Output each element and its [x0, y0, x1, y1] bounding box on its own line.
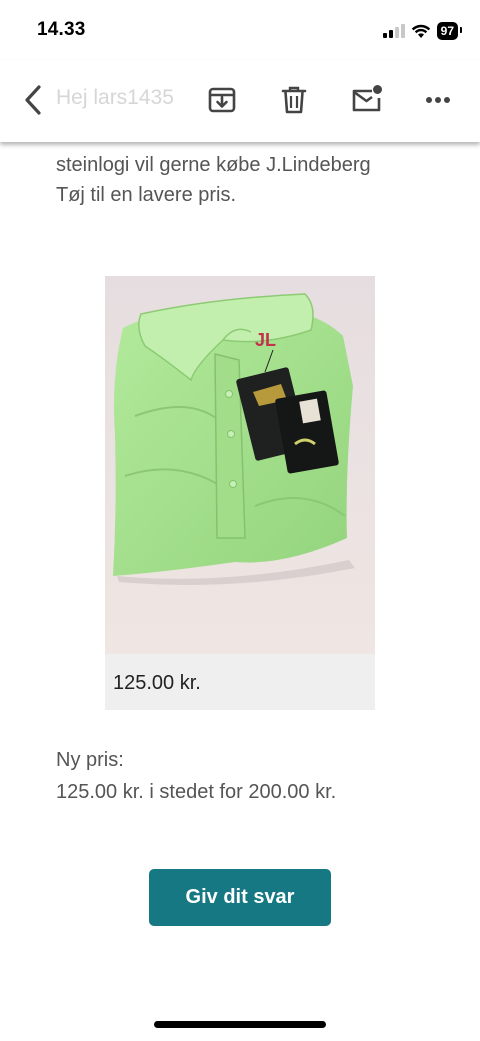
delete-button[interactable] — [276, 82, 312, 118]
product-image[interactable]: JL — [105, 276, 375, 654]
toolbar-title: Hej lars1435 — [56, 86, 174, 109]
email-toolbar: Hej lars1435 — [0, 60, 480, 142]
archive-button[interactable] — [204, 82, 240, 118]
intro-line-1: steinlogi vil gerne købe J.Lindeberg — [56, 154, 371, 176]
archive-icon — [208, 87, 236, 113]
status-bar: 14.33 97 — [0, 0, 480, 60]
brand-logo: JL — [255, 330, 276, 350]
wifi-icon — [411, 24, 430, 38]
intro-text: steinlogi vil gerne købe J.Lindeberg Tøj… — [56, 150, 436, 210]
reply-button[interactable]: Giv dit svar — [149, 869, 331, 926]
product-price: 125.00 kr. — [113, 672, 201, 694]
new-price-label: Ny pris: — [56, 749, 124, 771]
status-time: 14.33 — [37, 19, 86, 40]
price-box: 125.00 kr. — [105, 654, 375, 710]
product-card[interactable]: JL 125.00 kr. — [105, 276, 375, 710]
battery-icon: 97 — [436, 22, 463, 40]
intro-line-2: Tøj til en lavere pris. — [56, 184, 237, 206]
home-indicator[interactable] — [154, 1021, 326, 1028]
mail-unread-icon — [352, 85, 382, 112]
polo-shirt-image: JL — [105, 276, 375, 654]
trash-icon — [281, 86, 307, 114]
new-price-section: Ny pris: 125.00 kr. i stedet for 200.00 … — [56, 744, 336, 808]
mark-unread-button[interactable] — [348, 82, 384, 118]
more-options-button[interactable] — [420, 82, 456, 118]
chevron-left-icon — [25, 85, 41, 115]
status-icons: 97 — [382, 20, 463, 42]
back-button[interactable] — [20, 82, 48, 118]
cellular-signal-icon — [382, 24, 405, 38]
more-horizontal-icon — [426, 97, 450, 103]
new-price-text: 125.00 kr. i stedet for 200.00 kr. — [56, 781, 337, 803]
